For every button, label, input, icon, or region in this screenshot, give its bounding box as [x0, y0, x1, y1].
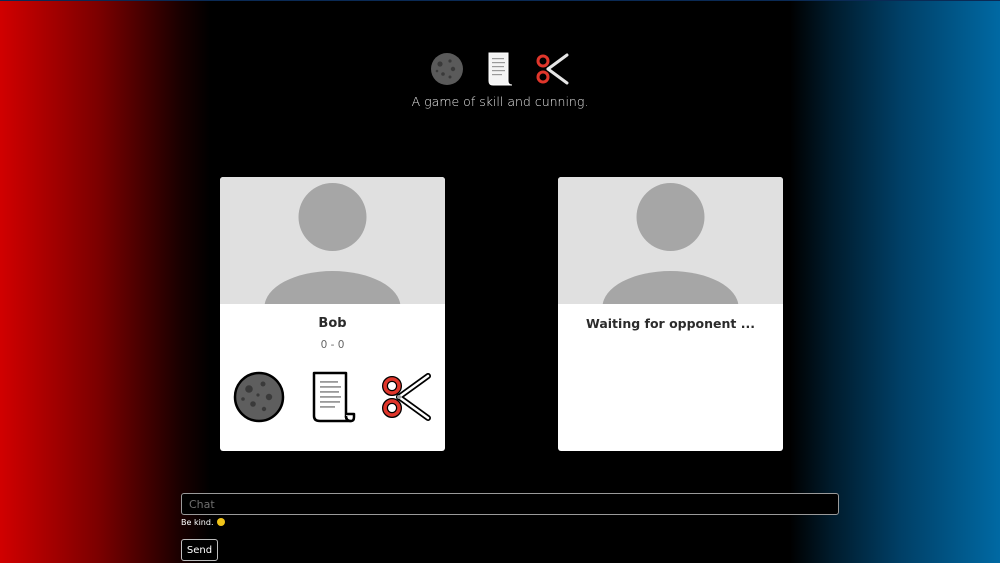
opponent-avatar: [558, 177, 783, 304]
rock-icon: [431, 53, 463, 85]
logo-icons: [0, 51, 1000, 87]
player-score: 0 - 0: [320, 339, 345, 351]
paper-choice-button[interactable]: [306, 370, 360, 424]
opponent-card: Waiting for opponent ...: [558, 177, 783, 451]
smiley-icon: [216, 518, 225, 526]
player-avatar: [220, 177, 445, 304]
person-placeholder-icon: [264, 183, 401, 304]
chat-hint-text: Be kind.: [181, 518, 214, 527]
rock-choice-button[interactable]: [232, 370, 286, 424]
chat-hint: Be kind.: [181, 518, 225, 527]
scissors-icon: [536, 53, 569, 85]
opponent-status: Waiting for opponent ...: [586, 316, 755, 331]
player-card: Bob 0 - 0: [220, 177, 445, 451]
person-placeholder-icon: [602, 183, 739, 304]
scissors-choice-button[interactable]: [380, 370, 434, 424]
tagline: A game of skill and cunning.: [411, 94, 589, 109]
choice-buttons: [232, 370, 434, 424]
top-border: [0, 0, 1000, 1]
player-name: Bob: [318, 316, 347, 331]
paper-icon: [488, 52, 513, 86]
chat-input[interactable]: [181, 493, 839, 515]
send-button[interactable]: Send: [181, 539, 218, 561]
